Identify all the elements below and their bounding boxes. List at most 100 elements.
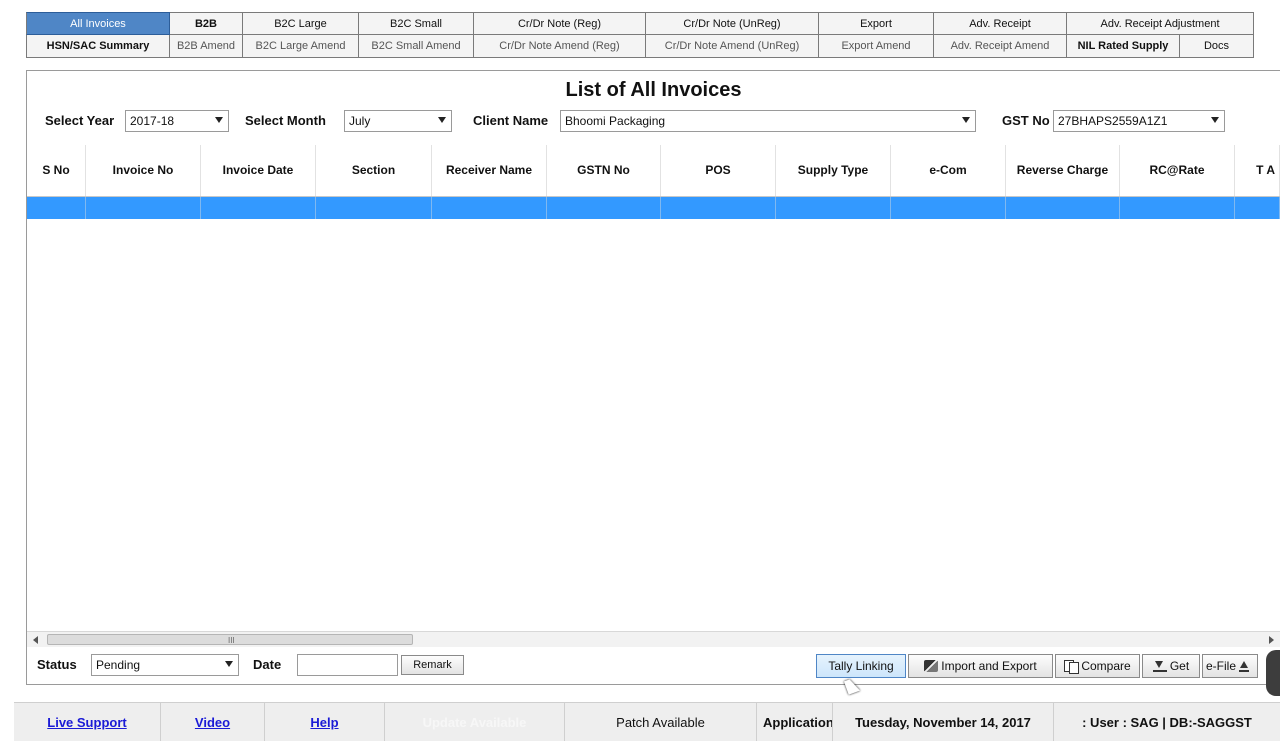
download-icon — [1152, 660, 1167, 672]
status-bar: Live Support Video Help Update Available… — [14, 702, 1280, 741]
table-row[interactable] — [27, 197, 1280, 219]
tab-export[interactable]: Export — [819, 12, 934, 35]
grip-icon: III — [228, 636, 235, 645]
chevron-down-icon — [1211, 117, 1219, 123]
tally-linking-label: Tally Linking — [828, 659, 894, 673]
tab-b2c-large-amend[interactable]: B2C Large Amend — [243, 35, 359, 58]
column-header[interactable]: POS — [661, 145, 776, 196]
remark-button[interactable]: Remark — [401, 655, 464, 675]
grid-header: S No Invoice No Invoice Date Section Rec… — [27, 145, 1280, 197]
help-link[interactable]: Help — [265, 703, 385, 741]
month-label: Select Month — [245, 113, 326, 128]
compare-button[interactable]: Compare — [1055, 654, 1140, 678]
tally-linking-button[interactable]: Tally Linking — [816, 654, 906, 678]
import-export-label: Import and Export — [941, 659, 1037, 673]
tab-row-secondary: HSN/SAC Summary B2B Amend B2C Large Amen… — [26, 35, 1254, 58]
column-header[interactable]: e-Com — [891, 145, 1006, 196]
tab-cr-dr-note-unreg[interactable]: Cr/Dr Note (UnReg) — [646, 12, 819, 35]
e-file-label: e-File — [1206, 659, 1237, 673]
column-header[interactable]: S No — [27, 145, 86, 196]
column-header[interactable]: Invoice Date — [201, 145, 316, 196]
status-select[interactable]: Pending — [91, 654, 239, 676]
year-value: 2017-18 — [130, 114, 175, 128]
tab-b2c-small[interactable]: B2C Small — [359, 12, 474, 35]
month-select[interactable]: July — [344, 110, 452, 132]
tab-nil-rated-supply[interactable]: NIL Rated Supply — [1067, 35, 1180, 58]
chevron-down-icon — [225, 661, 233, 667]
tab-b2c-small-amend[interactable]: B2C Small Amend — [359, 35, 474, 58]
client-label: Client Name — [473, 113, 549, 128]
tab-export-amend[interactable]: Export Amend — [819, 35, 934, 58]
get-label: Get — [1169, 659, 1190, 673]
table-cell — [661, 197, 776, 219]
column-header[interactable]: Receiver Name — [432, 145, 547, 196]
tab-cr-dr-note-amend-reg[interactable]: Cr/Dr Note Amend (Reg) — [474, 35, 646, 58]
application-text: Application — [757, 703, 833, 741]
date-input[interactable] — [297, 654, 398, 676]
horizontal-scrollbar[interactable]: III — [27, 631, 1280, 647]
get-button[interactable]: Get — [1142, 654, 1200, 678]
table-cell — [547, 197, 661, 219]
section-tabs: All Invoices B2B B2C Large B2C Small Cr/… — [26, 12, 1254, 58]
tab-adv-receipt[interactable]: Adv. Receipt — [934, 12, 1067, 35]
tab-docs[interactable]: Docs — [1180, 35, 1254, 58]
column-header[interactable]: T A — [1235, 145, 1280, 196]
tab-row-primary: All Invoices B2B B2C Large B2C Small Cr/… — [26, 12, 1254, 35]
video-link[interactable]: Video — [161, 703, 265, 741]
live-support-link[interactable]: Live Support — [14, 703, 161, 741]
current-date-text: Tuesday, November 14, 2017 — [833, 703, 1054, 741]
patch-available-text: Patch Available — [565, 703, 757, 741]
month-value: July — [349, 114, 371, 128]
scroll-right-icon[interactable] — [1269, 636, 1274, 644]
app-window: All Invoices B2B B2C Large B2C Small Cr/… — [0, 0, 1280, 741]
table-cell — [1235, 197, 1280, 219]
table-cell — [201, 197, 316, 219]
column-header[interactable]: RC@Rate — [1120, 145, 1235, 196]
import-export-icon — [924, 660, 939, 672]
invoice-grid: S No Invoice No Invoice Date Section Rec… — [27, 145, 1280, 633]
compare-label: Compare — [1081, 659, 1131, 673]
upload-icon — [1239, 660, 1250, 672]
chevron-down-icon — [962, 117, 970, 123]
year-select[interactable]: 2017-18 — [125, 110, 229, 132]
table-cell — [27, 197, 86, 219]
table-cell — [776, 197, 891, 219]
filter-bar: Select Year 2017-18 Select Month July Cl… — [27, 109, 1280, 133]
gst-label: GST No — [1002, 113, 1050, 128]
tab-adv-receipt-adjustment[interactable]: Adv. Receipt Adjustment — [1067, 12, 1254, 35]
compare-icon — [1064, 660, 1080, 674]
column-header[interactable]: Reverse Charge — [1006, 145, 1120, 196]
side-panel-handle[interactable] — [1266, 650, 1280, 696]
user-db-text: : User : SAG | DB:-SAGGST — [1082, 715, 1252, 730]
tab-b2c-large[interactable]: B2C Large — [243, 12, 359, 35]
column-header[interactable]: GSTN No — [547, 145, 661, 196]
tab-adv-receipt-amend[interactable]: Adv. Receipt Amend — [934, 35, 1067, 58]
client-select[interactable]: Bhoomi Packaging — [560, 110, 976, 132]
table-cell — [891, 197, 1006, 219]
tab-b2b[interactable]: B2B — [170, 12, 243, 35]
tab-cr-dr-note-reg[interactable]: Cr/Dr Note (Reg) — [474, 12, 646, 35]
tab-b2b-amend[interactable]: B2B Amend — [170, 35, 243, 58]
gst-select[interactable]: 27BHAPS2559A1Z1 — [1053, 110, 1225, 132]
tab-all-invoices[interactable]: All Invoices — [26, 12, 170, 35]
column-header[interactable]: Invoice No — [86, 145, 201, 196]
gst-value: 27BHAPS2559A1Z1 — [1058, 114, 1168, 128]
scroll-left-icon[interactable] — [33, 636, 38, 644]
chevron-down-icon — [438, 117, 446, 123]
status-value: Pending — [96, 658, 141, 672]
table-cell — [1120, 197, 1235, 219]
date-label: Date — [253, 657, 282, 672]
scrollbar-thumb[interactable]: III — [47, 634, 413, 645]
year-label: Select Year — [45, 113, 115, 128]
column-header[interactable]: Section — [316, 145, 432, 196]
e-file-button[interactable]: e-File — [1202, 654, 1258, 678]
client-value: Bhoomi Packaging — [565, 114, 666, 128]
tab-cr-dr-note-amend-unreg[interactable]: Cr/Dr Note Amend (UnReg) — [646, 35, 819, 58]
update-available-link[interactable]: Update Available — [385, 703, 565, 741]
table-cell — [432, 197, 547, 219]
page-title: List of All Invoices — [565, 79, 742, 101]
table-cell — [316, 197, 432, 219]
column-header[interactable]: Supply Type — [776, 145, 891, 196]
tab-hsn-sac-summary[interactable]: HSN/SAC Summary — [26, 35, 170, 58]
import-export-button[interactable]: Import and Export — [908, 654, 1053, 678]
